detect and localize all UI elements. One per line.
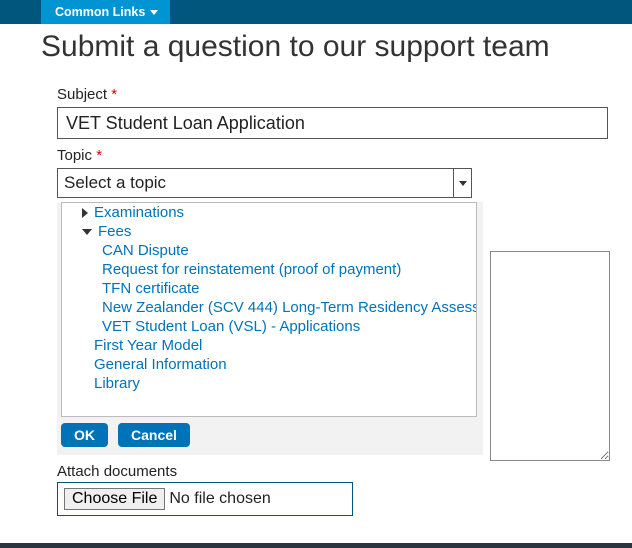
tree-item[interactable]: Examinations xyxy=(66,203,472,222)
no-file-chosen-text: No file chosen xyxy=(169,490,270,508)
page-title: Submit a question to our support team xyxy=(41,30,632,64)
tree-item[interactable]: General Information xyxy=(66,355,472,374)
tree-subitem[interactable]: New Zealander (SCV 444) Long-Term Reside… xyxy=(66,298,472,317)
tree-item-label: Request for reinstatement (proof of paym… xyxy=(102,261,401,278)
tree-item-label: Library xyxy=(94,375,140,392)
topic-select-placeholder: Select a topic xyxy=(64,173,166,193)
tree-item-label: VET Student Loan (VSL) - Applications xyxy=(102,318,360,335)
choose-file-button[interactable]: Choose File xyxy=(64,488,165,510)
tree-item[interactable]: Fees xyxy=(66,222,472,241)
attach-documents-label: Attach documents xyxy=(57,463,632,480)
tree-item[interactable]: First Year Model xyxy=(66,336,472,355)
tree-subitem[interactable]: Request for reinstatement (proof of paym… xyxy=(66,260,472,279)
common-links-label: Common Links xyxy=(55,5,145,19)
topic-tree-scroll[interactable]: EnrolmentsExaminationsFeesCAN DisputeReq… xyxy=(61,202,477,417)
tree-item[interactable]: Library xyxy=(66,374,472,393)
topic-label: Topic * xyxy=(57,147,632,164)
tree-item-label: New Zealander (SCV 444) Long-Term Reside… xyxy=(102,299,477,316)
topic-select[interactable]: Select a topic xyxy=(57,168,472,198)
file-input-wrapper[interactable]: Choose File No file chosen xyxy=(57,482,353,516)
ok-button[interactable]: OK xyxy=(61,423,108,447)
footer-bar xyxy=(0,543,632,548)
tree-subitem[interactable]: CAN Dispute xyxy=(66,241,472,260)
subject-label: Subject * xyxy=(57,86,632,103)
tree-item-label: General Information xyxy=(94,356,227,373)
caret-down-icon xyxy=(82,229,92,235)
subject-input[interactable] xyxy=(57,107,608,139)
caret-right-icon xyxy=(82,208,88,218)
cancel-button[interactable]: Cancel xyxy=(118,423,190,447)
tree-item-label: Examinations xyxy=(94,204,184,221)
common-links-menu[interactable]: Common Links xyxy=(41,0,170,24)
tree-item-label: TFN certificate xyxy=(102,280,200,297)
chevron-down-icon xyxy=(459,181,467,186)
question-textarea[interactable] xyxy=(490,251,610,461)
chevron-down-icon xyxy=(150,10,158,15)
tree-item-label: First Year Model xyxy=(94,337,202,354)
tree-item-label: CAN Dispute xyxy=(102,242,189,259)
tree-item-label: Fees xyxy=(98,223,131,240)
tree-subitem[interactable]: VET Student Loan (VSL) - Applications xyxy=(66,317,472,336)
tree-subitem[interactable]: TFN certificate xyxy=(66,279,472,298)
topic-select-arrow xyxy=(453,169,471,197)
topic-tree-panel: EnrolmentsExaminationsFeesCAN DisputeReq… xyxy=(57,202,483,455)
